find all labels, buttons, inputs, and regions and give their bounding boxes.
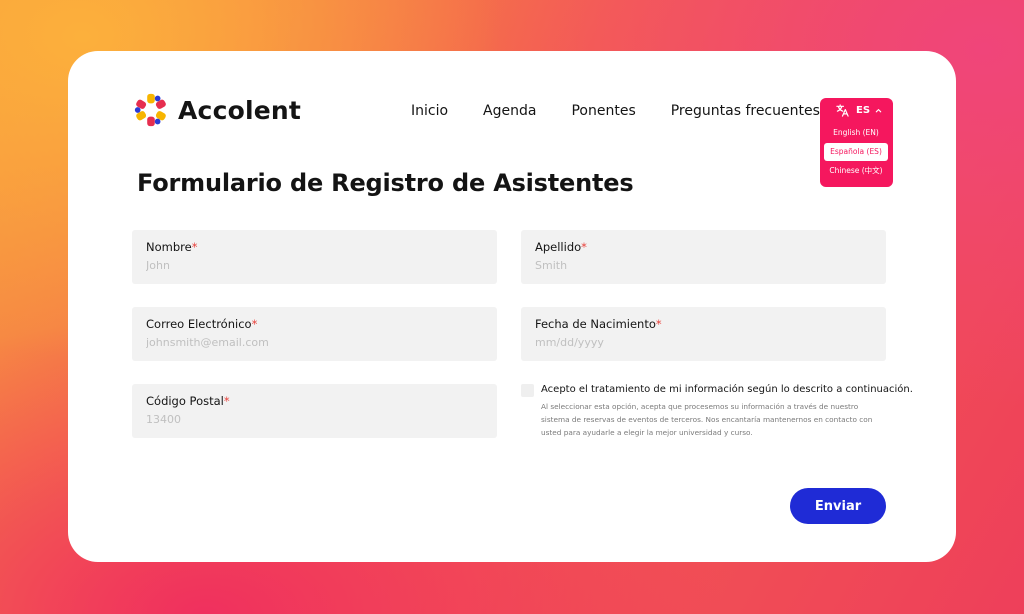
last-name-label: Apellido* (535, 240, 587, 254)
nav-item-preguntas-frecuentes[interactable]: Preguntas frecuentes (671, 103, 820, 119)
first-name-input[interactable] (146, 259, 476, 272)
language-option-es[interactable]: Española (ES) (824, 143, 888, 161)
nav-item-agenda[interactable]: Agenda (483, 103, 536, 119)
consent-checkbox[interactable] (521, 384, 534, 397)
required-mark: * (191, 240, 198, 254)
language-toggle[interactable]: ES (836, 104, 882, 117)
first-name-field: Nombre* (132, 230, 497, 284)
first-name-label: Nombre* (146, 240, 198, 254)
postal-code-label: Código Postal* (146, 394, 230, 408)
translate-icon (836, 104, 849, 117)
email-input[interactable] (146, 336, 476, 349)
brand-logo[interactable]: Accolent (132, 91, 301, 129)
postal-code-input[interactable] (146, 413, 476, 426)
chevron-up-icon (875, 108, 882, 113)
postal-code-field: Código Postal* (132, 384, 497, 438)
required-mark: * (251, 317, 258, 331)
email-label: Correo Electrónico* (146, 317, 258, 331)
form-title: Formulario de Registro de Asistentes (137, 169, 634, 197)
last-name-field: Apellido* (521, 230, 886, 284)
nav-item-inicio[interactable]: Inicio (411, 103, 448, 119)
consent-description: Al seleccionar esta opción, acepta que p… (541, 402, 873, 437)
language-dropdown: ES English (EN) Española (ES) Chinese (中… (820, 98, 893, 187)
birthdate-label: Fecha de Nacimiento* (535, 317, 662, 331)
brand-name: Accolent (178, 95, 302, 125)
consent-label: Acepto el tratamiento de mi información … (541, 384, 913, 395)
birthdate-field: Fecha de Nacimiento* (521, 307, 886, 361)
required-mark: * (223, 394, 230, 408)
registration-card: Accolent Inicio Agenda Ponentes Pregunta… (68, 51, 956, 562)
logo-icon (134, 93, 166, 127)
required-mark: * (655, 317, 662, 331)
required-mark: * (581, 240, 587, 254)
language-option-en[interactable]: English (EN) (824, 124, 888, 142)
submit-button[interactable]: Enviar (790, 488, 886, 524)
nav-item-ponentes[interactable]: Ponentes (571, 103, 635, 119)
email-field: Correo Electrónico* (132, 307, 497, 361)
language-option-zh[interactable]: Chinese (中文) (824, 162, 888, 180)
current-language: ES (856, 105, 871, 116)
birthdate-input[interactable] (535, 336, 865, 349)
last-name-input[interactable] (535, 259, 865, 272)
main-nav: Inicio Agenda Ponentes Preguntas frecuen… (411, 103, 855, 119)
